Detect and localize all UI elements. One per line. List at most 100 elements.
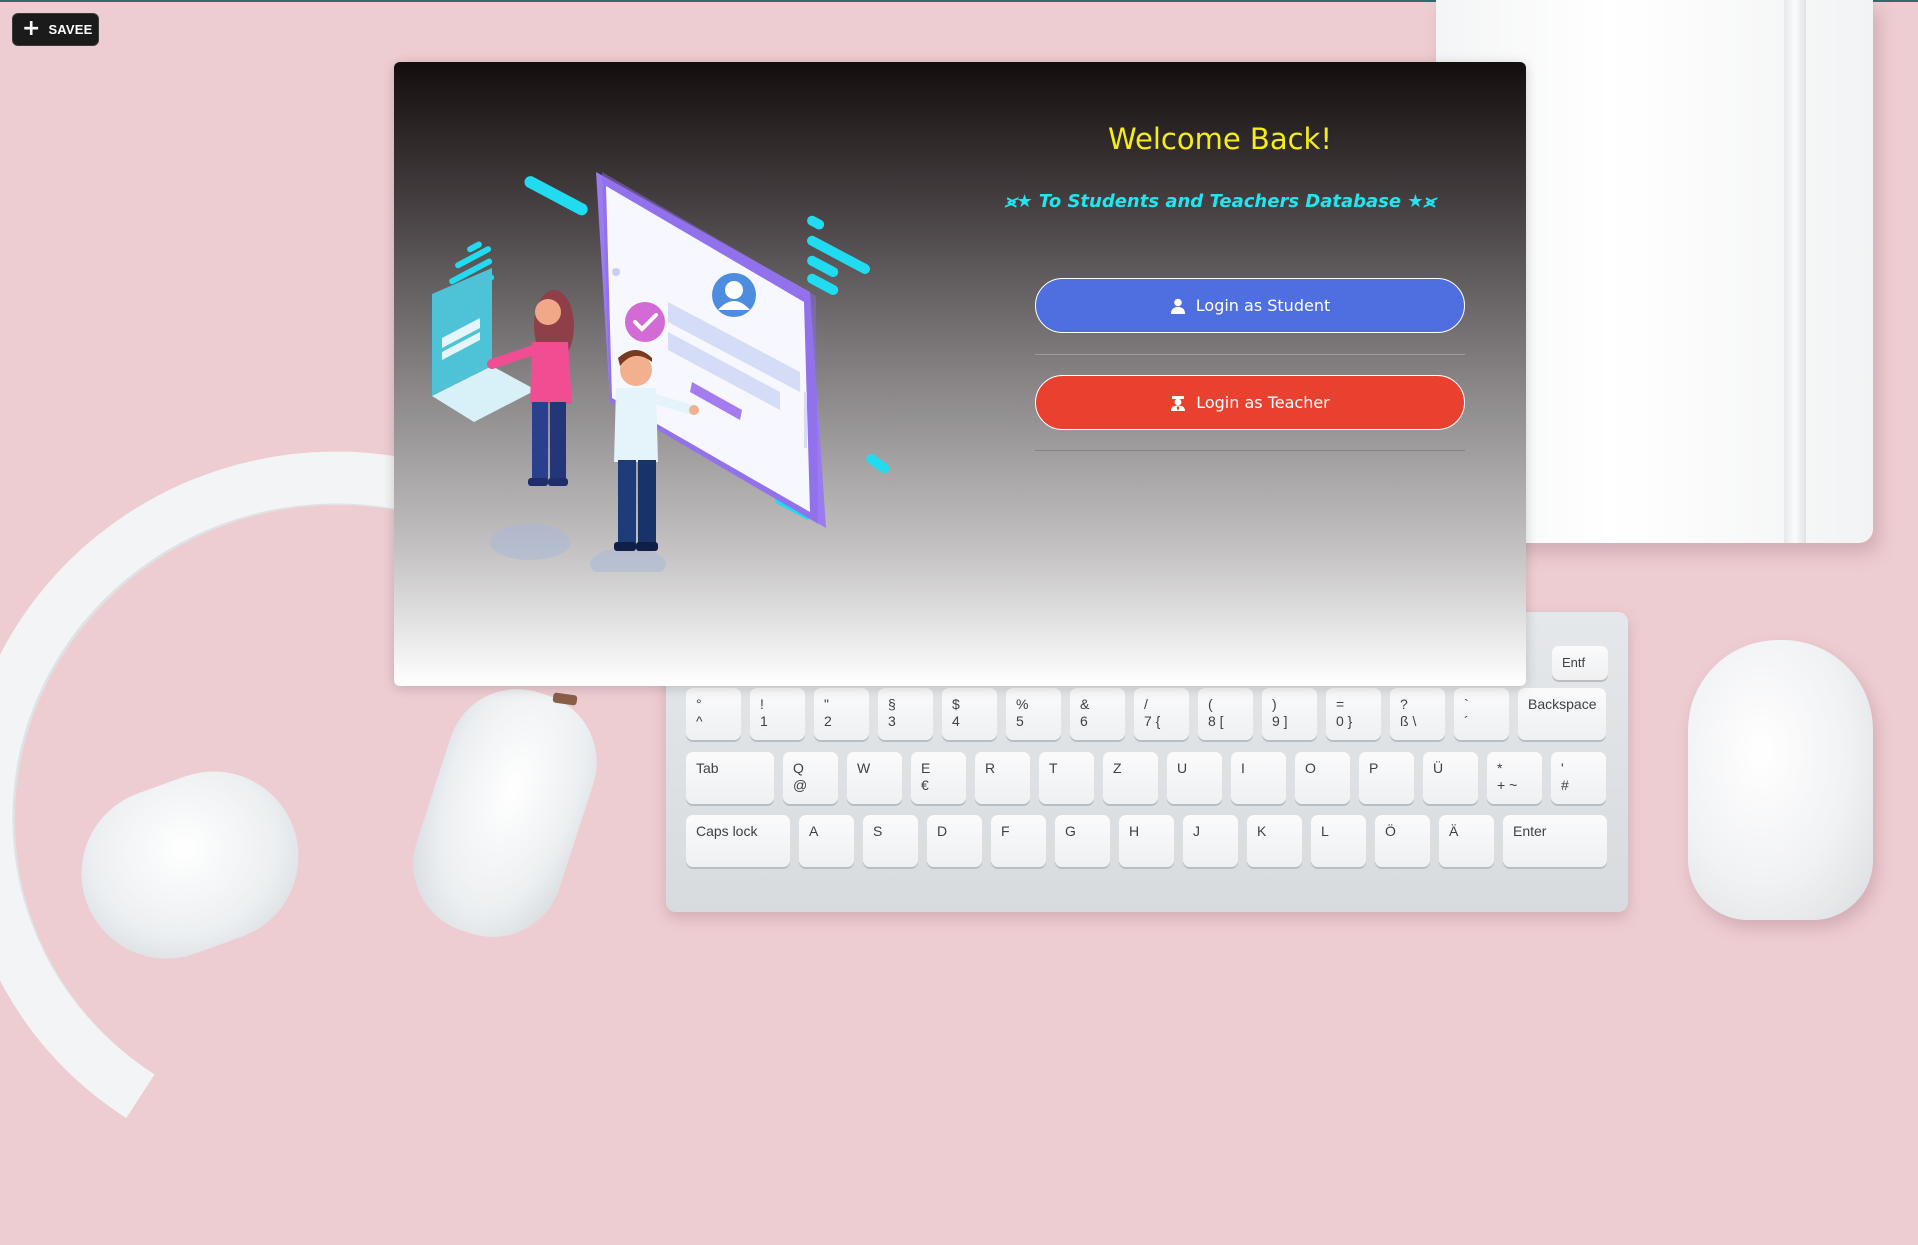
divider bbox=[1035, 450, 1465, 451]
keyboard-key: F bbox=[991, 815, 1046, 867]
keyboard-key: * + ~ bbox=[1487, 752, 1542, 804]
keyboard-key: D bbox=[927, 815, 982, 867]
keyboard-key-label: / 7 { bbox=[1144, 696, 1161, 729]
keyboard-key-label: K bbox=[1257, 823, 1267, 839]
notebook-band bbox=[1784, 0, 1806, 543]
keyboard-key-label: ! 1 bbox=[760, 696, 768, 729]
login-as-teacher-label: Login as Teacher bbox=[1196, 393, 1330, 412]
keyboard-key: Entf bbox=[1552, 646, 1608, 680]
keyboard-key: ( 8 [ bbox=[1198, 688, 1253, 740]
keyboard-key-label: E € bbox=[921, 760, 931, 793]
keyboard-key-label: = 0 } bbox=[1336, 696, 1353, 729]
keyboard-key-label: & 6 bbox=[1080, 696, 1090, 729]
keyboard-key-label: ` ´ bbox=[1464, 696, 1469, 729]
keyboard-key: ' # bbox=[1551, 752, 1606, 804]
login-card: Welcome Back! ⪤★ To Students and Teacher… bbox=[394, 62, 1526, 686]
divider bbox=[1035, 354, 1465, 355]
keyboard-key-label: Z bbox=[1113, 760, 1122, 776]
teacher-icon bbox=[1171, 395, 1186, 411]
keyboard-key: ) 9 ] bbox=[1262, 688, 1317, 740]
login-as-student-label: Login as Student bbox=[1195, 296, 1331, 315]
keyboard-key: E € bbox=[911, 752, 966, 804]
keyboard-key: U bbox=[1167, 752, 1222, 804]
keyboard-key-label: ( 8 [ bbox=[1208, 696, 1224, 729]
keyboard-key-label: ' # bbox=[1561, 760, 1569, 793]
keyboard-key: I bbox=[1231, 752, 1286, 804]
keyboard-key: P bbox=[1359, 752, 1414, 804]
keyboard-key: Backspace bbox=[1518, 688, 1606, 740]
keyboard-key-label: Caps lock bbox=[696, 823, 758, 839]
login-as-teacher-button[interactable]: Login as Teacher bbox=[1035, 375, 1465, 430]
keyboard-key: A bbox=[799, 815, 854, 867]
keyboard-key-label: I bbox=[1241, 760, 1245, 776]
keyboard-key: % 5 bbox=[1006, 688, 1061, 740]
keyboard-key-label: D bbox=[937, 823, 948, 839]
keyboard-key-label: S bbox=[873, 823, 883, 839]
keyboard-key: $ 4 bbox=[942, 688, 997, 740]
keyboard-key: G bbox=[1055, 815, 1110, 867]
keyboard-key: Q @ bbox=[783, 752, 838, 804]
keyboard-key: T bbox=[1039, 752, 1094, 804]
keyboard-key: O bbox=[1295, 752, 1350, 804]
keyboard-key: Tab bbox=[686, 752, 774, 804]
keyboard-key-label: Ö bbox=[1385, 823, 1396, 839]
keyboard-key-label: F bbox=[1001, 823, 1010, 839]
keyboard-key-label: A bbox=[809, 823, 819, 839]
keyboard-key-label: Entf bbox=[1562, 655, 1586, 670]
keyboard-key: Ä bbox=[1439, 815, 1494, 867]
keyboard-key-label: § 3 bbox=[888, 696, 896, 729]
keyboard-key-label: " 2 bbox=[824, 696, 832, 729]
keyboard-key-label: Ü bbox=[1433, 760, 1444, 776]
keyboard-key-label: O bbox=[1305, 760, 1316, 776]
keyboard-key: K bbox=[1247, 815, 1302, 867]
keyboard-key: H bbox=[1119, 815, 1174, 867]
welcome-subtitle: ⪤★ To Students and Teachers Database ★⪤ bbox=[1004, 191, 1436, 212]
keyboard-key: = 0 } bbox=[1326, 688, 1381, 740]
plus-icon: + bbox=[22, 15, 41, 41]
computer-mouse bbox=[1688, 640, 1873, 920]
keyboard-key: § 3 bbox=[878, 688, 933, 740]
login-as-student-button[interactable]: Login as Student bbox=[1035, 278, 1465, 333]
keyboard-key-label: R bbox=[985, 760, 996, 776]
keyboard-key-label: W bbox=[857, 760, 871, 776]
keyboard-key-label: Enter bbox=[1513, 823, 1547, 839]
user-icon bbox=[1170, 298, 1185, 314]
keyboard-key-label: L bbox=[1321, 823, 1329, 839]
keyboard-key-label: * + ~ bbox=[1497, 760, 1518, 793]
keyboard-key-label: P bbox=[1369, 760, 1379, 776]
keyboard-key: ` ´ bbox=[1454, 688, 1509, 740]
keyboard-key-label: U bbox=[1177, 760, 1188, 776]
keyboard-key-label: ? ß \ bbox=[1400, 696, 1417, 729]
keyboard-key: ° ^ bbox=[686, 688, 741, 740]
keyboard-key: S bbox=[863, 815, 918, 867]
keyboard-key-label: Backspace bbox=[1528, 696, 1597, 712]
keyboard-key: Ü bbox=[1423, 752, 1478, 804]
keyboard-key: R bbox=[975, 752, 1030, 804]
welcome-title: Welcome Back! bbox=[1108, 122, 1332, 156]
keyboard-key-label: G bbox=[1065, 823, 1076, 839]
keyboard-key-label: ) 9 ] bbox=[1272, 696, 1288, 729]
keyboard-key-label: Ä bbox=[1449, 823, 1459, 839]
save-button-label: SAVEE bbox=[48, 22, 93, 37]
keyboard-key-label: T bbox=[1049, 760, 1058, 776]
keyboard-key-label: Tab bbox=[696, 760, 719, 776]
keyboard-key: ! 1 bbox=[750, 688, 805, 740]
keyboard-key-label: % 5 bbox=[1016, 696, 1029, 729]
keyboard-key-label: $ 4 bbox=[952, 696, 960, 729]
login-illustration bbox=[432, 172, 890, 572]
keyboard-key: Ö bbox=[1375, 815, 1430, 867]
save-button[interactable]: + SAVEE bbox=[12, 13, 99, 46]
keyboard-key: / 7 { bbox=[1134, 688, 1189, 740]
keyboard-key: ? ß \ bbox=[1390, 688, 1445, 740]
keyboard-key-label: J bbox=[1193, 823, 1200, 839]
keyboard-key-label: Q @ bbox=[793, 760, 808, 793]
keyboard-key: Caps lock bbox=[686, 815, 790, 867]
keyboard-key: Enter bbox=[1503, 815, 1607, 867]
keyboard-key: W bbox=[847, 752, 902, 804]
keyboard-key-label: ° ^ bbox=[696, 696, 703, 729]
keyboard-key-label: H bbox=[1129, 823, 1140, 839]
keyboard-key: " 2 bbox=[814, 688, 869, 740]
keyboard-key: Z bbox=[1103, 752, 1158, 804]
keyboard-key: L bbox=[1311, 815, 1366, 867]
keyboard-key: & 6 bbox=[1070, 688, 1125, 740]
